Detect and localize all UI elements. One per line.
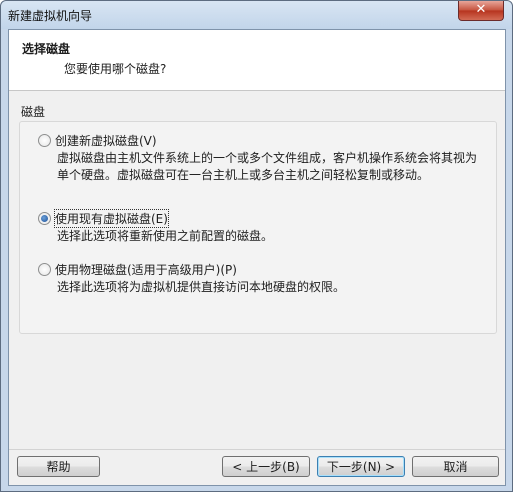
- radio-create-new-disk[interactable]: [38, 134, 51, 147]
- disk-group-label: 磁盘: [21, 105, 46, 119]
- option-use-existing-disk[interactable]: 使用现有虚拟磁盘(E): [38, 209, 169, 228]
- next-button[interactable]: 下一步(N) >: [317, 456, 405, 477]
- wizard-window: 新建虚拟机向导 ✕ 选择磁盘 您要使用哪个磁盘? 磁盘 创建新虚拟磁盘(V) 虚…: [0, 0, 513, 492]
- option-label[interactable]: 创建新虚拟磁盘(V): [55, 132, 157, 149]
- wizard-content: 磁盘 创建新虚拟磁盘(V) 虚拟磁盘由主机文件系统上的一个或多个文件组成，客户机…: [9, 91, 505, 449]
- close-icon: ✕: [475, 2, 487, 17]
- option-use-physical-disk[interactable]: 使用物理磁盘(适用于高级用户)(P): [38, 261, 237, 278]
- radio-use-existing-disk[interactable]: [38, 212, 51, 225]
- option-description: 虚拟磁盘由主机文件系统上的一个或多个文件组成，客户机操作系统会将其视为单个硬盘。…: [57, 151, 478, 182]
- close-button[interactable]: ✕: [458, 1, 504, 21]
- wizard-header: 选择磁盘 您要使用哪个磁盘?: [9, 30, 505, 91]
- option-create-new-disk[interactable]: 创建新虚拟磁盘(V): [38, 132, 157, 149]
- radio-use-physical-disk[interactable]: [38, 263, 51, 276]
- back-button[interactable]: < 上一步(B): [222, 456, 310, 477]
- option-label[interactable]: 使用现有虚拟磁盘(E): [54, 209, 169, 228]
- page-title: 选择磁盘: [22, 42, 71, 56]
- title-bar[interactable]: 新建虚拟机向导 ✕: [1, 1, 512, 29]
- cancel-button[interactable]: 取消: [412, 456, 499, 477]
- page-subtitle: 您要使用哪个磁盘?: [64, 62, 167, 76]
- wizard-frame: 选择磁盘 您要使用哪个磁盘? 磁盘 创建新虚拟磁盘(V) 虚拟磁盘由主机文件系统…: [8, 29, 506, 486]
- disk-group: 创建新虚拟磁盘(V) 虚拟磁盘由主机文件系统上的一个或多个文件组成，客户机操作系…: [19, 121, 497, 334]
- help-button[interactable]: 帮助: [17, 456, 100, 477]
- option-label[interactable]: 使用物理磁盘(适用于高级用户)(P): [55, 261, 237, 278]
- option-description: 选择此选项将为虚拟机提供直接访问本地硬盘的权限。: [57, 280, 346, 294]
- option-description: 选择此选项将重新使用之前配置的磁盘。: [57, 229, 274, 243]
- footer-separator: [9, 449, 505, 450]
- window-title: 新建虚拟机向导: [8, 9, 93, 23]
